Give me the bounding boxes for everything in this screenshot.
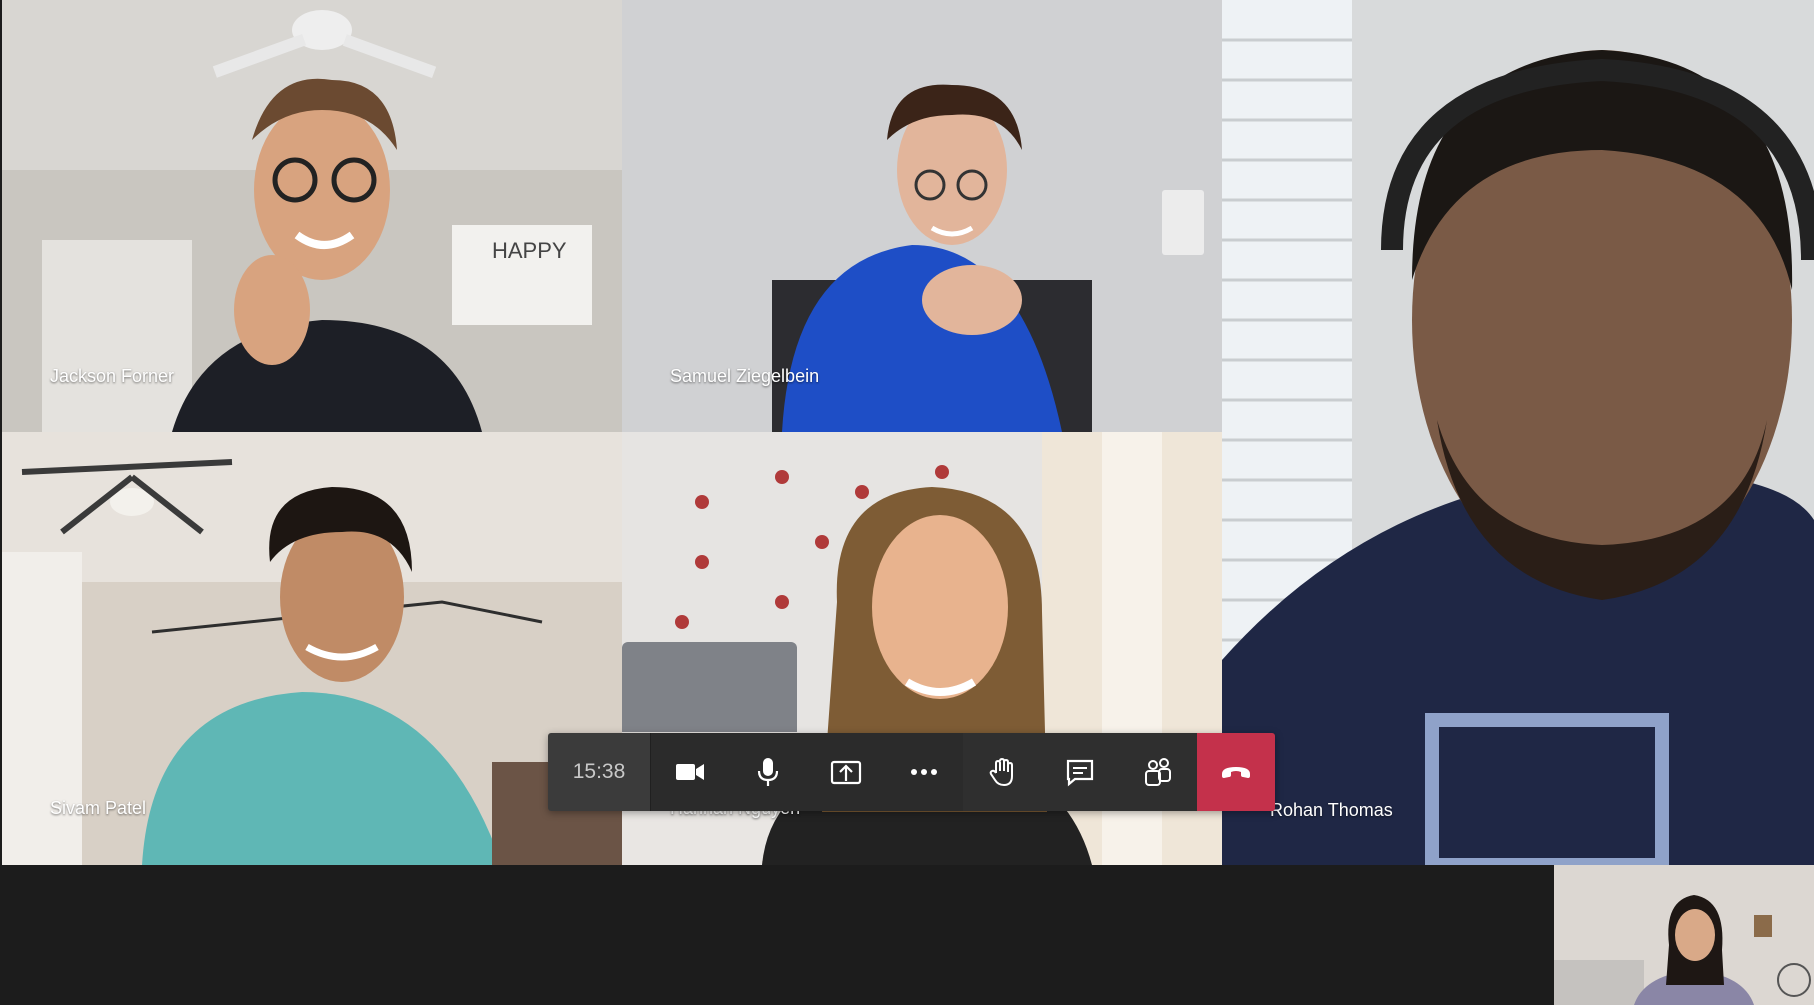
- call-timer: 15:38: [548, 733, 651, 811]
- participant-name: Sivam Patel: [50, 798, 147, 818]
- share-screen-button[interactable]: [807, 733, 885, 811]
- participants-icon: [1145, 758, 1171, 786]
- call-controls-bar: 15:38: [548, 733, 1275, 811]
- more-options-icon: [911, 769, 937, 775]
- more-options-button[interactable]: [885, 733, 963, 811]
- chat-button[interactable]: [1041, 733, 1119, 811]
- camera-toggle-button[interactable]: [651, 733, 729, 811]
- hang-up-icon: [1222, 767, 1250, 778]
- microphone-icon: [757, 758, 779, 786]
- video-call-stage: HAPPY Jackson Forner Samuel Ziegelbein R…: [0, 0, 1814, 1005]
- chat-icon: [1066, 759, 1094, 787]
- self-video: [1554, 865, 1814, 1005]
- video-camera-icon: [676, 764, 704, 780]
- participant-name: Samuel Ziegelbein: [670, 366, 820, 386]
- svg-text:HAPPY: HAPPY: [492, 238, 567, 263]
- participant-name: Rohan Thomas: [1270, 800, 1393, 820]
- participants-button[interactable]: [1119, 733, 1197, 811]
- participant-tile-samuel[interactable]: Samuel Ziegelbein: [622, 0, 1222, 432]
- participant-tile-jackson[interactable]: HAPPY Jackson Forner: [2, 0, 622, 432]
- share-screen-icon: [830, 760, 862, 785]
- raise-hand-icon: [989, 757, 1013, 787]
- hang-up-button[interactable]: [1197, 733, 1275, 811]
- participant-tile-rohan[interactable]: Rohan Thomas: [1222, 0, 1814, 865]
- participant-name: Jackson Forner: [50, 366, 175, 386]
- raise-hand-button[interactable]: [963, 733, 1041, 811]
- microphone-toggle-button[interactable]: [729, 733, 807, 811]
- self-view-video[interactable]: [1554, 865, 1814, 1005]
- participant-tile-sivam[interactable]: Sivam Patel: [2, 432, 622, 865]
- participant-video: [1222, 0, 1814, 865]
